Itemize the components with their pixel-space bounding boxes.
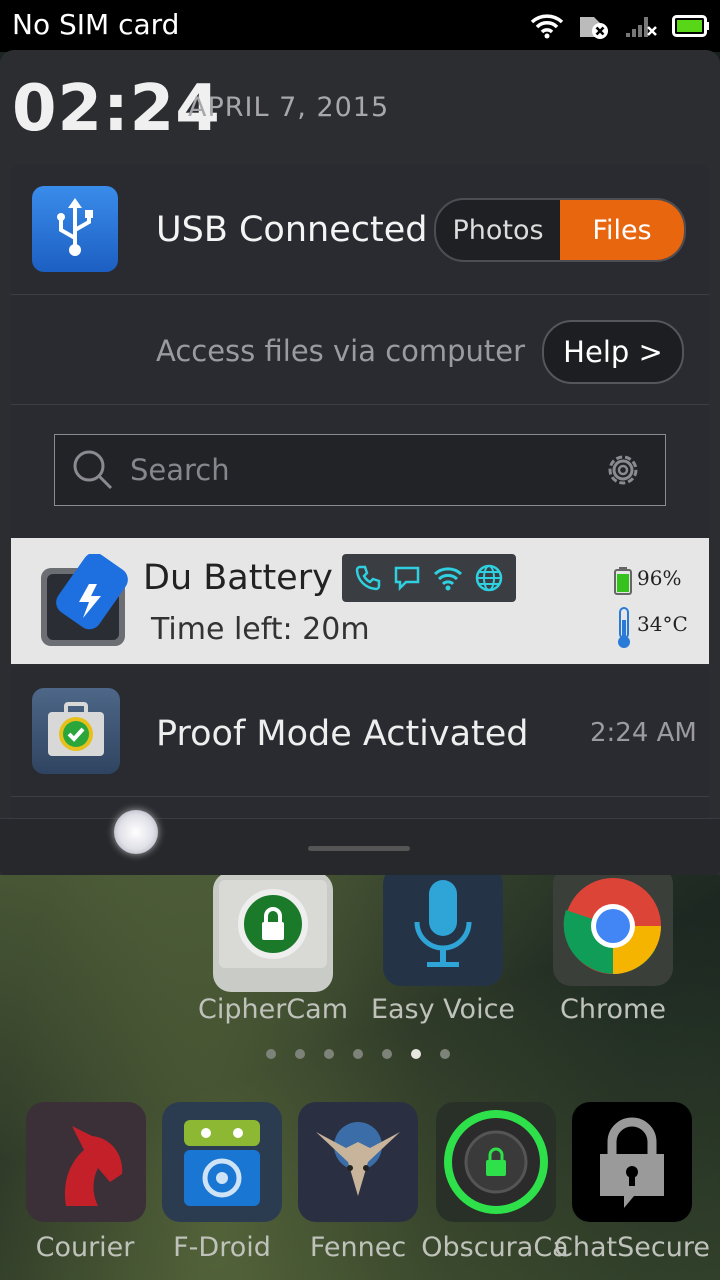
app-obscuracam[interactable] <box>436 1102 556 1222</box>
drag-grip[interactable] <box>308 846 410 851</box>
usb-mode-files[interactable]: Files <box>560 200 684 260</box>
app-label: ObscuraCa <box>421 1232 569 1263</box>
gear-icon[interactable] <box>603 450 643 490</box>
carrier-text: No SIM card <box>12 8 180 41</box>
du-battery-app-icon <box>41 554 128 646</box>
horse-icon <box>64 1126 123 1206</box>
signal-no-service-icon <box>626 17 657 37</box>
wifi-icon[interactable] <box>433 564 463 592</box>
touch-indicator <box>114 810 158 854</box>
fdroid-icon <box>184 1120 260 1206</box>
search-placeholder: Search <box>130 453 230 487</box>
status-bar: No SIM card <box>0 0 720 52</box>
sim-error-icon <box>580 17 608 39</box>
page-dot[interactable] <box>295 1049 305 1059</box>
battery-level-icon <box>614 567 632 595</box>
briefcase-check-icon <box>48 702 104 756</box>
chrome-icon <box>563 878 661 974</box>
globe-icon[interactable] <box>474 563 504 593</box>
phone-icon[interactable] <box>354 564 382 592</box>
divider <box>11 294 709 295</box>
page-dot-active[interactable] <box>411 1049 421 1059</box>
app-f-droid[interactable] <box>162 1102 282 1222</box>
proof-mode-app-icon <box>32 688 120 774</box>
app-chatsecure[interactable] <box>572 1102 692 1222</box>
app-easy-voice[interactable] <box>383 866 503 986</box>
proof-mode-title: Proof Mode Activated <box>156 714 529 754</box>
fennec-fox-icon <box>316 1122 400 1196</box>
ciphercam-icon <box>219 880 327 968</box>
usb-title: USB Connected <box>156 210 428 250</box>
wifi-icon <box>530 14 564 39</box>
date: APRIL 7, 2015 <box>188 92 390 123</box>
proof-mode-time: 2:24 AM <box>590 718 697 748</box>
page-dot[interactable] <box>382 1049 392 1059</box>
du-battery-notification[interactable]: Du Battery Time left: 20m 96% 34°C <box>11 538 709 664</box>
message-icon[interactable] <box>393 564 421 592</box>
divider <box>11 796 709 797</box>
battery-temperature: 34°C <box>637 612 688 636</box>
search-icon <box>73 450 113 490</box>
obscuracam-icon <box>444 1110 548 1214</box>
divider <box>11 404 709 405</box>
usb-mode-photos[interactable]: Photos <box>436 200 560 260</box>
usb-mode-toggle[interactable]: Photos Files <box>434 198 686 262</box>
quick-toggles <box>342 554 516 602</box>
time-left: Time left: 20m <box>151 612 370 647</box>
app-fennec[interactable] <box>298 1102 418 1222</box>
app-label: F-Droid <box>173 1232 271 1263</box>
app-label: Courier <box>35 1232 135 1263</box>
usb-notification-icon <box>32 186 118 272</box>
shade-drag-handle[interactable] <box>0 818 720 875</box>
usb-description: Access files via computer <box>156 334 526 368</box>
app-label: ChatSecure <box>554 1232 710 1263</box>
app-ciphercam[interactable] <box>213 872 333 992</box>
microphone-icon <box>414 880 472 967</box>
search-field[interactable]: Search <box>54 434 666 506</box>
app-label: Chrome <box>560 994 666 1025</box>
battery-icon <box>672 15 709 37</box>
app-label: Easy Voice <box>370 994 516 1025</box>
battery-percent: 96% <box>637 566 682 590</box>
du-battery-title: Du Battery <box>143 558 333 598</box>
app-chrome[interactable] <box>553 866 673 986</box>
page-dot[interactable] <box>324 1049 334 1059</box>
thermometer-icon <box>618 607 630 648</box>
padlock-icon <box>600 1117 664 1208</box>
app-label: CipherCam <box>197 994 349 1025</box>
app-courier[interactable] <box>26 1102 146 1222</box>
page-dot[interactable] <box>440 1049 450 1059</box>
help-button[interactable]: Help > <box>542 320 684 384</box>
usb-icon <box>57 198 93 256</box>
page-dot[interactable] <box>353 1049 363 1059</box>
app-label: Fennec <box>309 1232 407 1263</box>
page-indicator <box>266 1049 450 1059</box>
page-dot[interactable] <box>266 1049 276 1059</box>
